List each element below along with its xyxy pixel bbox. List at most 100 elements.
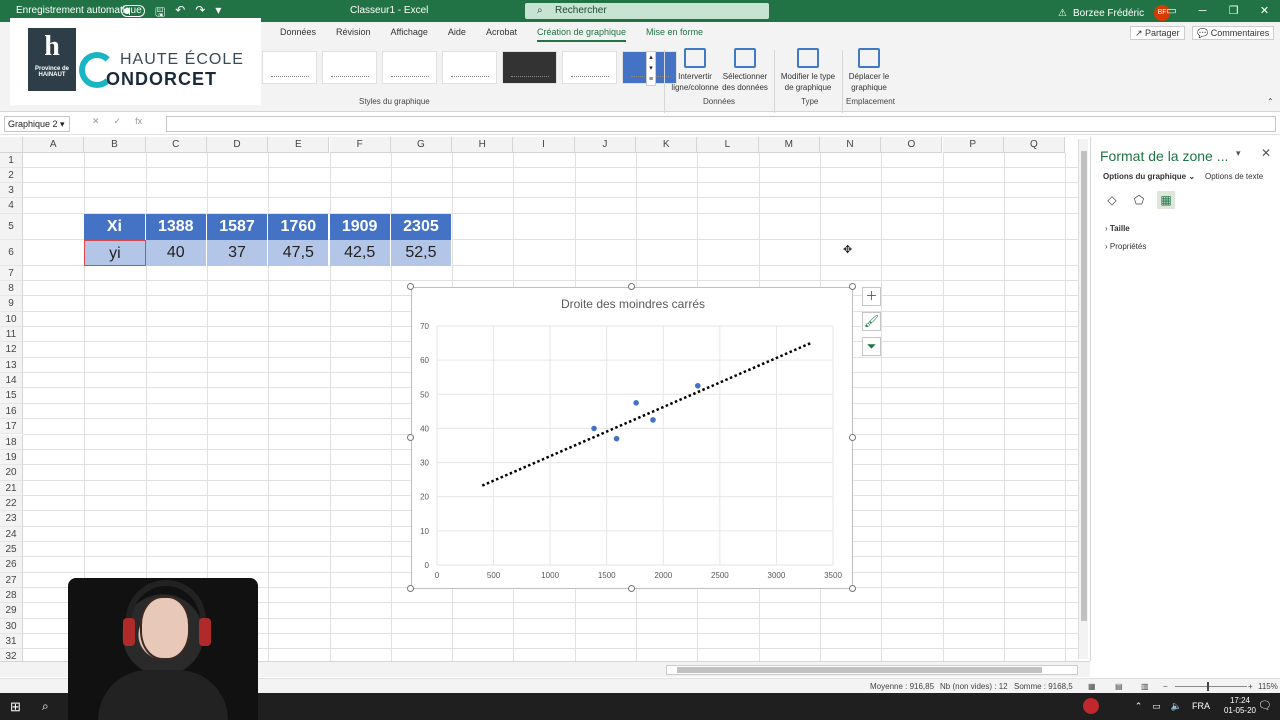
row-header-2[interactable]: 2 [0, 168, 23, 183]
tab-creation-graphique[interactable]: Création de graphique [536, 27, 627, 42]
formula-input[interactable] [166, 116, 1276, 132]
chart-style-thumb[interactable] [382, 51, 437, 84]
cancel-icon[interactable]: ✕ [92, 116, 100, 127]
data-point[interactable] [633, 400, 639, 406]
search-box[interactable]: ⌕ Rechercher [525, 3, 769, 19]
section-proprietes[interactable]: › Propriétés [1105, 242, 1146, 251]
zoom-in-icon[interactable]: + [1248, 682, 1253, 691]
row-header-24[interactable]: 24 [0, 526, 23, 542]
table-cell-yi[interactable]: 40 [145, 240, 207, 266]
name-box[interactable]: Graphique 2 ▾ [4, 116, 70, 132]
row-header-18[interactable]: 18 [0, 434, 23, 450]
row-header-5[interactable]: 5 [0, 214, 23, 240]
table-cell-xi[interactable]: 1760 [268, 214, 330, 240]
horizontal-scroll-thumb[interactable] [677, 667, 1042, 673]
resize-handle[interactable] [407, 283, 414, 290]
zoom-slider[interactable] [1175, 682, 1247, 691]
vertical-scroll-thumb[interactable] [1081, 151, 1087, 621]
windows-start-icon[interactable]: ⊞ [10, 699, 21, 715]
row-header-9[interactable]: 9 [0, 296, 23, 312]
row-header-19[interactable]: 19 [0, 449, 23, 466]
share-button[interactable]: ↗ Partager [1130, 26, 1185, 40]
resize-handle[interactable] [849, 585, 856, 592]
table-cell-xi[interactable]: 1388 [145, 214, 207, 240]
row-header-1[interactable]: 1 [0, 153, 23, 168]
data-point[interactable] [613, 435, 620, 442]
data-point[interactable] [694, 382, 701, 389]
select-all-corner[interactable] [0, 137, 23, 153]
data-point[interactable] [591, 425, 597, 432]
chart-filter-icon[interactable]: ⏷ [862, 337, 881, 356]
minimize-icon[interactable]: ─ [1187, 0, 1218, 22]
table-cell-yi[interactable]: 52,5 [390, 240, 453, 266]
row-header-10[interactable]: 10 [0, 311, 23, 328]
table-cell-xi[interactable]: 2305 [390, 214, 453, 240]
row-header-14[interactable]: 14 [0, 373, 23, 389]
tab-chart-options[interactable]: Options du graphique ⌄ [1103, 172, 1195, 181]
vertical-scrollbar[interactable] [1078, 139, 1088, 659]
fill-line-icon[interactable]: ◇ [1103, 191, 1121, 209]
effects-icon[interactable]: ⬠ [1130, 191, 1148, 209]
user-account[interactable]: ⚠ Borzee Frédéric BF [1058, 5, 1171, 21]
column-header-g[interactable]: G [390, 137, 453, 153]
close-icon[interactable]: ✕ [1249, 0, 1280, 22]
tab-acrobat[interactable]: Acrobat [486, 27, 517, 42]
clock[interactable]: 17:24 01-05-20 [1224, 696, 1256, 716]
zoom-level[interactable]: 115% [1258, 682, 1278, 691]
chart-elements-button[interactable]: ＋ [862, 287, 881, 306]
row-header-3[interactable]: 3 [0, 183, 23, 198]
resize-handle[interactable] [628, 585, 635, 592]
enter-icon[interactable]: ✓ [114, 116, 122, 127]
select-data-button[interactable]: Sélectionner des données [720, 48, 770, 93]
record-icon[interactable] [1083, 698, 1099, 714]
row-header-11[interactable]: 11 [0, 327, 23, 343]
autosave-toggle[interactable] [121, 5, 145, 17]
row-header-25[interactable]: 25 [0, 541, 23, 558]
row-header-13[interactable]: 13 [0, 357, 23, 374]
resize-handle[interactable] [407, 585, 414, 592]
volume-icon[interactable]: 🔈 [1171, 701, 1182, 712]
column-header-k[interactable]: K [636, 137, 698, 153]
row-header-17[interactable]: 17 [0, 419, 23, 435]
table-row-label-yi[interactable]: yi [84, 240, 146, 266]
row-header-23[interactable]: 23 [0, 511, 23, 527]
table-header-xi[interactable]: Xi [84, 214, 146, 240]
row-header-32[interactable]: 32 [0, 649, 23, 661]
page-break-icon[interactable]: ▥ [1141, 682, 1149, 691]
chart-style-thumb[interactable] [442, 51, 497, 84]
column-header-i[interactable]: I [513, 137, 575, 153]
column-header-n[interactable]: N [819, 137, 882, 153]
page-layout-icon[interactable]: ▤ [1115, 682, 1123, 691]
column-header-e[interactable]: E [268, 137, 330, 153]
notifications-icon[interactable]: 🗨 [1258, 699, 1272, 712]
tab-revision[interactable]: Révision [336, 27, 371, 42]
tab-mise-en-forme[interactable]: Mise en forme [646, 27, 703, 42]
fx-icon[interactable]: fx [135, 116, 142, 127]
column-header-h[interactable]: H [452, 137, 514, 153]
row-header-4[interactable]: 4 [0, 198, 23, 214]
column-header-q[interactable]: Q [1003, 137, 1066, 153]
column-header-o[interactable]: O [881, 137, 943, 153]
row-header-20[interactable]: 20 [0, 465, 23, 481]
tab-aide[interactable]: Aide [448, 27, 466, 42]
pane-close-icon[interactable]: ✕ [1261, 146, 1271, 160]
row-header-30[interactable]: 30 [0, 618, 23, 635]
row-header-21[interactable]: 21 [0, 480, 23, 496]
gallery-scroll-icon[interactable]: ▴ ▾ ≡ [646, 51, 656, 86]
ribbon-display-icon[interactable]: ▭ [1156, 0, 1187, 22]
size-properties-icon[interactable]: ▦ [1157, 191, 1175, 209]
table-cell-yi[interactable]: 37 [206, 240, 269, 266]
resize-handle[interactable] [849, 434, 856, 441]
row-header-6[interactable]: 6 [0, 240, 23, 266]
data-point[interactable] [650, 417, 656, 423]
row-header-16[interactable]: 16 [0, 403, 23, 420]
horizontal-scrollbar[interactable] [666, 665, 1078, 675]
taskbar-search-icon[interactable]: ⌕ [42, 699, 49, 714]
column-header-m[interactable]: M [758, 137, 820, 153]
column-header-l[interactable]: L [697, 137, 759, 153]
table-cell-xi[interactable]: 1909 [329, 214, 391, 240]
column-header-a[interactable]: A [23, 137, 85, 153]
row-header-8[interactable]: 8 [0, 281, 23, 297]
switch-row-column-button[interactable]: Intervertir ligne/colonne [668, 48, 722, 93]
language-indicator[interactable]: FRA [1192, 701, 1210, 712]
